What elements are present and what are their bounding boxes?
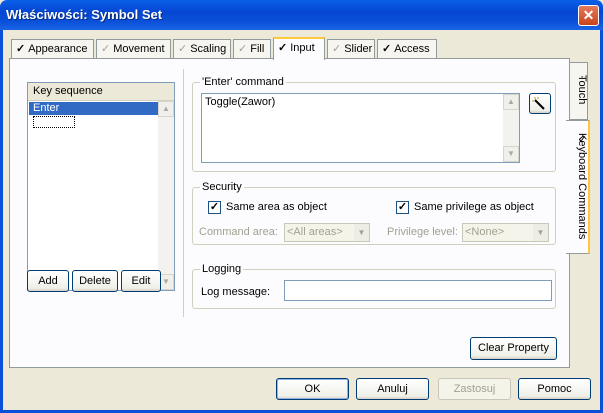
list-item[interactable]: Enter (29, 102, 161, 115)
title-bar: Właściwości: Symbol Set ✕ (0, 0, 603, 30)
ok-button[interactable]: OK (276, 378, 349, 400)
same-privilege-checkbox[interactable]: ✓ (396, 201, 409, 214)
log-message-label: Log message: (201, 286, 271, 298)
scroll-up-icon[interactable]: ▲ (503, 94, 519, 110)
command-wizard-button[interactable] (529, 93, 551, 114)
same-area-label: Same area as object (226, 201, 327, 213)
tab-label: Appearance (28, 43, 88, 55)
close-button[interactable]: ✕ (578, 5, 599, 26)
tab-label: Input (290, 42, 315, 54)
wand-icon (532, 97, 545, 110)
tab-label: Scaling (190, 43, 227, 55)
tab-label: Slider (344, 43, 373, 55)
tab-touch[interactable]: · Touch (568, 62, 588, 120)
delete-button[interactable]: Delete (72, 270, 118, 292)
tab-label: Keyboard Commands (576, 133, 588, 240)
security-legend: Security (200, 181, 244, 193)
clear-property-button[interactable]: Clear Property (470, 337, 557, 360)
scroll-down-icon[interactable]: ▼ (503, 146, 519, 162)
enter-command-legend: 'Enter' command (200, 76, 286, 88)
check-icon: ✓ (16, 43, 26, 55)
key-sequence-list[interactable]: Key sequence Enter ▲ ▼ (27, 82, 175, 291)
check-icon: ✓ (332, 43, 342, 55)
check-icon: ✓ (101, 43, 111, 55)
tab-appearance[interactable]: ✓ Appearance (11, 39, 94, 58)
tab-label: Fill (250, 43, 265, 55)
list-item[interactable] (33, 116, 75, 128)
command-area-select[interactable]: <All areas> ▼ (284, 223, 370, 242)
add-button[interactable]: Add (27, 270, 69, 292)
tab-input[interactable]: ✓ Input (273, 37, 325, 60)
scroll-up-icon[interactable]: ▲ (158, 101, 174, 117)
tab-fill[interactable]: ✓ Fill (233, 39, 271, 58)
tab-label: Access (394, 43, 430, 55)
log-message-input[interactable] (284, 280, 552, 301)
enter-command-text[interactable]: Toggle(Zawor) ▲ ▼ (201, 93, 520, 163)
tab-access[interactable]: ✓ Access (377, 39, 437, 58)
edit-button[interactable]: Edit (121, 270, 161, 292)
security-group: Security ✓ Same area as object ✓ Same pr… (192, 181, 556, 245)
check-icon: ✓ (178, 43, 188, 55)
help-button[interactable]: Pomoc (518, 378, 591, 400)
command-value: Toggle(Zawor) (205, 96, 276, 108)
enter-command-group: 'Enter' command Toggle(Zawor) ▲ ▼ (192, 76, 556, 172)
privilege-level-select[interactable]: <None> ▼ (462, 223, 549, 242)
tab-keyboard-commands[interactable]: ✓ Keyboard Commands (566, 120, 590, 254)
check-icon: ✓ (238, 43, 248, 55)
check-icon: ✓ (278, 42, 288, 54)
command-area-value: <All areas> (287, 226, 343, 238)
tab-label: Touch (576, 75, 588, 105)
privilege-level-value: <None> (465, 226, 505, 238)
scrollbar[interactable]: ▲ ▼ (503, 94, 519, 162)
command-area-label: Command area: (199, 226, 278, 238)
tab-label: Movement (113, 43, 165, 55)
apply-button[interactable]: Zastosuj (438, 378, 511, 400)
separator (183, 69, 184, 317)
logging-group: Logging Log message: (192, 263, 556, 309)
privilege-level-label: Privilege level: (387, 226, 458, 238)
cancel-button[interactable]: Anuluj (356, 378, 429, 400)
window-title: Właściwości: Symbol Set (6, 7, 163, 22)
scrollbar[interactable]: ▲ ▼ (158, 101, 174, 290)
key-sequence-header: Key sequence (28, 83, 174, 101)
logging-legend: Logging (200, 263, 244, 275)
chevron-down-icon: ▼ (354, 224, 369, 241)
check-icon: ✓ (397, 201, 408, 213)
same-privilege-label: Same privilege as object (414, 201, 534, 213)
tab-movement[interactable]: ✓ Movement (96, 39, 171, 58)
check-icon: ✓ (209, 201, 220, 213)
tab-page: Key sequence Enter ▲ ▼ Add Delete Edit '… (9, 58, 570, 368)
tab-slider[interactable]: ✓ Slider (327, 39, 375, 58)
chevron-down-icon: ▼ (533, 224, 548, 241)
check-icon: ✓ (382, 43, 392, 55)
tab-scaling[interactable]: ✓ Scaling (173, 39, 231, 58)
same-area-checkbox[interactable]: ✓ (208, 201, 221, 214)
